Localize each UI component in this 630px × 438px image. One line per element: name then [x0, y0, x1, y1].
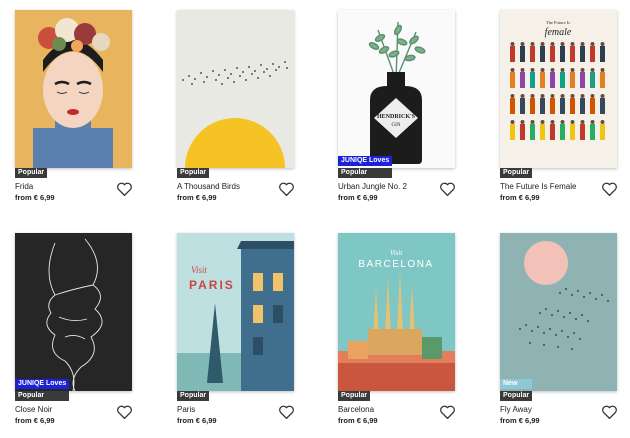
product-price: from € 6,99 [338, 416, 378, 425]
product-card[interactable]: JUNIQE Loves Popular Close Noir from € 6… [15, 233, 143, 438]
product-card[interactable]: Popular A Thousand Birds from € 6,99 [177, 10, 305, 215]
product-image[interactable] [15, 233, 132, 391]
heart-outline-icon[interactable] [278, 404, 295, 420]
poster-label: HENDRICK'S [377, 114, 416, 120]
new-badge: New [500, 379, 533, 389]
product-title[interactable]: Barcelona [338, 405, 374, 414]
popular-badge: Popular [500, 391, 533, 401]
product-price: from € 6,99 [177, 416, 217, 425]
popular-badge: Popular [338, 168, 393, 178]
product-price: from € 6,99 [15, 416, 55, 425]
product-title[interactable]: Urban Jungle No. 2 [338, 182, 407, 191]
product-image[interactable] [177, 10, 294, 168]
popular-badge: Popular [500, 168, 533, 178]
badge-group: Popular [338, 391, 371, 401]
badge-group: JUNIQE Loves Popular [338, 156, 393, 178]
product-title[interactable]: Close Noir [15, 405, 52, 414]
poster-label: female [545, 27, 572, 38]
product-image[interactable]: Visit PARIS [177, 233, 294, 391]
product-card[interactable]: HENDRICK'S GIN JUNIQE Loves Popular Urba… [338, 10, 466, 215]
heart-outline-icon[interactable] [116, 404, 133, 420]
product-card[interactable]: New Popular Fly Away from € 6,99 [500, 233, 628, 438]
popular-badge: Popular [15, 391, 70, 401]
product-card[interactable]: Visit PARIS Popular Paris from € 6,99 [177, 233, 305, 438]
poster-label: BARCELONA [358, 259, 433, 270]
product-card[interactable]: Visit BARCELONA Popular Barcelona from €… [338, 233, 466, 438]
poster-label: The Future Is [546, 20, 570, 25]
product-card[interactable]: The Future Is female Popular The Future … [500, 10, 628, 215]
product-title[interactable]: A Thousand Birds [177, 182, 240, 191]
product-image[interactable] [15, 10, 132, 168]
heart-outline-icon[interactable] [278, 181, 295, 197]
product-title[interactable]: The Future Is Female [500, 182, 576, 191]
product-title[interactable]: Frida [15, 182, 33, 191]
product-price: from € 6,99 [177, 193, 217, 202]
poster-label: GIN [392, 123, 401, 128]
popular-badge: Popular [338, 391, 371, 401]
popular-badge: Popular [15, 168, 48, 178]
product-image[interactable] [500, 233, 617, 391]
product-image[interactable]: HENDRICK'S GIN [338, 10, 455, 168]
badge-group: New Popular [500, 379, 533, 401]
product-title[interactable]: Paris [177, 405, 195, 414]
badge-group: Popular [500, 168, 533, 178]
heart-outline-icon[interactable] [439, 181, 456, 197]
product-price: from € 6,99 [338, 193, 378, 202]
badge-group: Popular [15, 168, 48, 178]
juniqe-loves-badge: JUNIQE Loves [338, 156, 393, 166]
juniqe-loves-badge: JUNIQE Loves [15, 379, 70, 389]
poster-label: Visit [390, 249, 403, 257]
poster-label: Visit [191, 265, 207, 275]
popular-badge: Popular [177, 168, 210, 178]
badge-group: JUNIQE Loves Popular [15, 379, 70, 401]
product-image[interactable]: The Future Is female [500, 10, 617, 168]
product-price: from € 6,99 [15, 193, 55, 202]
badge-group: Popular [177, 391, 210, 401]
product-card[interactable]: Popular Frida from € 6,99 [15, 10, 143, 215]
product-image[interactable]: Visit BARCELONA [338, 233, 455, 391]
product-price: from € 6,99 [500, 193, 540, 202]
product-title[interactable]: Fly Away [500, 405, 532, 414]
heart-outline-icon[interactable] [601, 181, 618, 197]
popular-badge: Popular [177, 391, 210, 401]
product-grid: Popular Frida from € 6,99 Popular A Thou… [0, 0, 630, 435]
badge-group: Popular [177, 168, 210, 178]
heart-outline-icon[interactable] [439, 404, 456, 420]
product-price: from € 6,99 [500, 416, 540, 425]
heart-outline-icon[interactable] [116, 181, 133, 197]
heart-outline-icon[interactable] [601, 404, 618, 420]
poster-label: PARIS [189, 278, 235, 292]
